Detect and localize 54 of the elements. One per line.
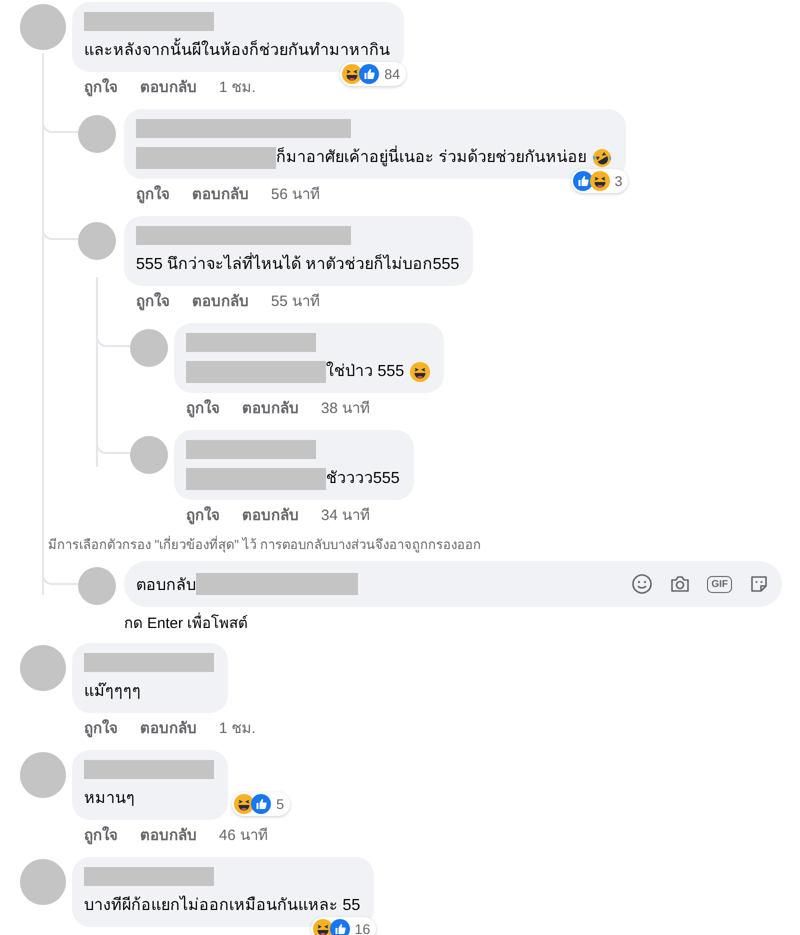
avatar[interactable] [20, 752, 66, 798]
avatar[interactable] [78, 222, 116, 260]
comment-text: 555 นึกว่าจะไล่ที่ไหนได้ หาตัวช่วยก็ไม่บอก555 [136, 254, 460, 276]
reaction-count: 5 [276, 795, 284, 813]
comment-text: ชัวววว555 [326, 469, 400, 489]
reaction-summary[interactable]: 84 [340, 62, 406, 86]
reaction-summary[interactable]: 16 [310, 917, 376, 935]
reaction-count: 16 [354, 920, 370, 935]
comment-text: ใช่ป่าว 555 [326, 361, 404, 382]
emoji-icon[interactable] [631, 573, 654, 595]
reply-link[interactable]: ตอบกลับ [242, 507, 299, 527]
comment-time[interactable]: 55 นาที [271, 293, 320, 313]
avatar[interactable] [20, 4, 66, 50]
like-link[interactable]: ถูกใจ [186, 507, 220, 527]
like-link[interactable]: ถูกใจ [84, 79, 118, 99]
reply-link[interactable]: ตอบกลับ [192, 186, 249, 206]
post-hint: กด Enter เพื่อโพสต์ [78, 607, 800, 643]
reply-link[interactable]: ตอบกลับ [192, 293, 249, 313]
avatar [78, 567, 116, 605]
avatar[interactable] [20, 645, 66, 691]
reaction-summary[interactable]: 3 [570, 169, 628, 193]
reaction-count: 84 [384, 65, 400, 83]
sticker-icon[interactable] [748, 573, 770, 595]
comment-time[interactable]: 1 ชม. [219, 720, 256, 740]
avatar[interactable] [20, 859, 66, 905]
like-link[interactable]: ถูกใจ [136, 186, 170, 206]
comment-text: หมานๆ [84, 789, 135, 809]
comment-text: บางทีผีก้อแยกไม่ออกเหมือนกันแหละ 55 [84, 895, 360, 916]
reply-input-field[interactable]: ตอบกลับ GIF [124, 561, 782, 607]
comment-time[interactable]: 38 นาที [321, 400, 370, 420]
comment-time[interactable]: 34 นาที [321, 507, 370, 527]
comment-text: ก็มาอาศัยเค้าอยู่นี่เนอะ ร่วมด้วยช่วยกันหน่อย [276, 147, 586, 169]
reply-link[interactable]: ตอบกลับ [140, 79, 197, 99]
reply-link[interactable]: ตอบกลับ [242, 400, 299, 420]
reply-link[interactable]: ตอบกลับ [140, 827, 197, 847]
reaction-summary[interactable]: 5 [232, 792, 290, 816]
comment-time[interactable]: 46 นาที [219, 827, 268, 847]
like-link[interactable]: ถูกใจ [84, 827, 118, 847]
avatar[interactable] [130, 436, 168, 474]
like-link[interactable]: ถูกใจ [84, 720, 118, 740]
comment-text: แม๊ๆๆๆๆ [84, 681, 141, 702]
like-link[interactable]: ถูกใจ [186, 400, 220, 420]
comment-time[interactable]: 1 ชม. [219, 79, 256, 99]
reaction-count: 3 [614, 172, 622, 190]
reply-input-value: ตอบกลับ [136, 576, 196, 596]
avatar[interactable] [130, 329, 168, 367]
reply-link[interactable]: ตอบกลับ [140, 720, 197, 740]
filter-note: มีการเลือกตัวกรอง "เกี่ยวข้องที่สุด" ไว้ การตอบกลับบางส่วนจึงอาจถูกกรองออก [48, 537, 482, 553]
like-link[interactable]: ถูกใจ [136, 293, 170, 313]
comment-text: และหลังจากนั้นผีในห้องก็ช่วยกันทำมาหากิน [84, 40, 390, 62]
camera-icon[interactable] [669, 573, 692, 595]
comment-time[interactable]: 56 นาที [271, 186, 320, 206]
avatar[interactable] [78, 115, 116, 153]
gif-button[interactable]: GIF [707, 576, 732, 592]
